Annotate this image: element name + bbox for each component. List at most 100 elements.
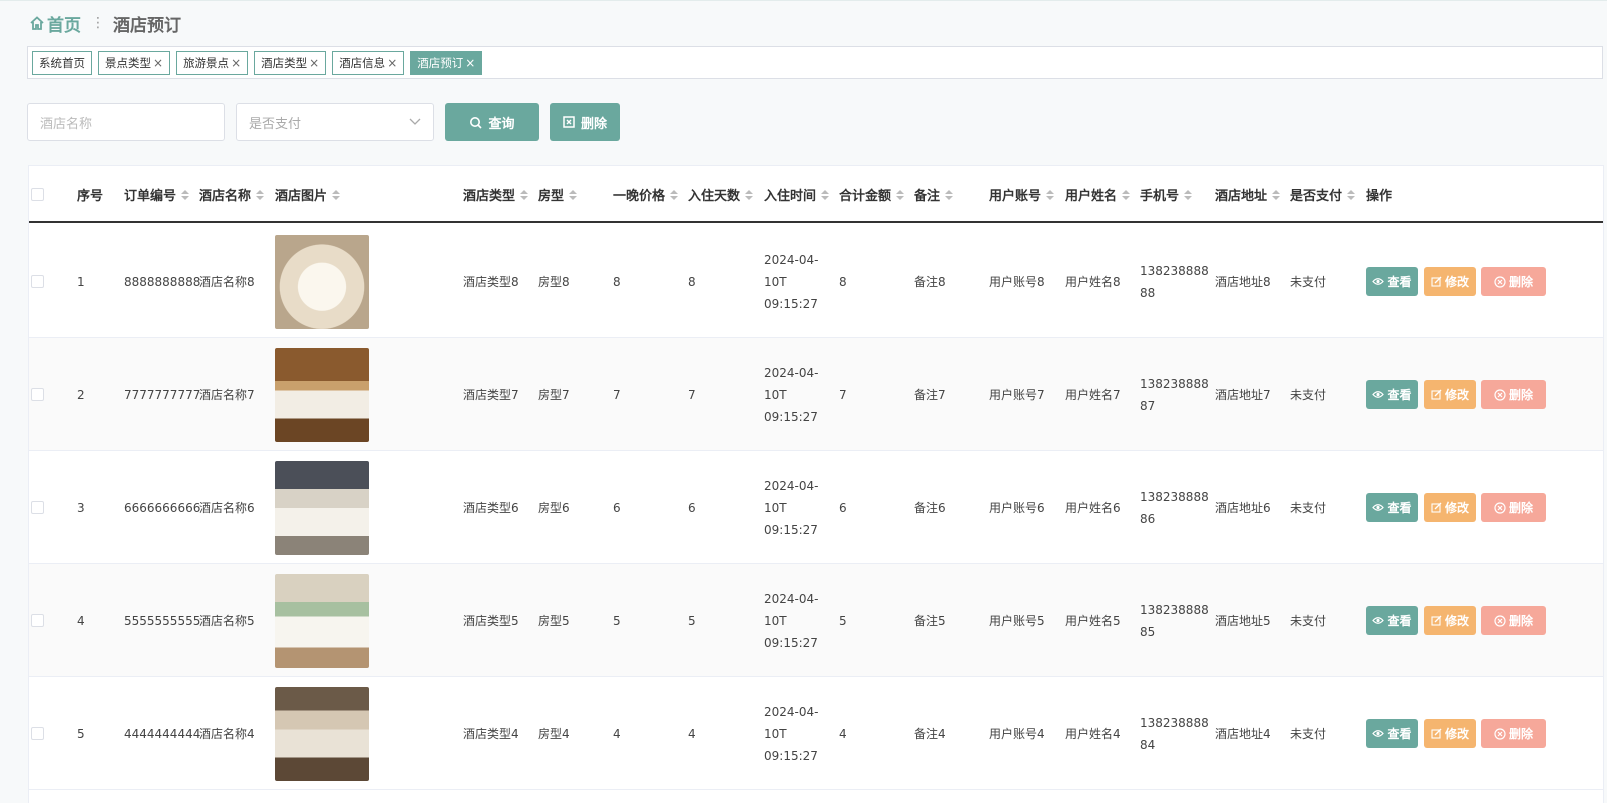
edit-button[interactable]: 修改 xyxy=(1424,380,1476,409)
col-label: 酒店类型 xyxy=(463,189,516,204)
row-checkbox[interactable] xyxy=(31,677,44,790)
tab-hotel-booking[interactable]: 酒店预订 × xyxy=(410,50,483,75)
tab-scenic-spot[interactable]: 旅游景点 × xyxy=(176,50,249,75)
night-price: 6 xyxy=(613,500,621,515)
col-days[interactable]: 入住天数 xyxy=(688,166,754,223)
col-paid[interactable]: 是否支付 xyxy=(1290,166,1356,223)
search-bar: 酒店名称 是否支付 查询 删除 xyxy=(27,103,620,141)
sort-icon[interactable] xyxy=(896,189,905,200)
hotel-image-cell xyxy=(275,225,369,338)
paid-select[interactable]: 是否支付 xyxy=(236,103,434,141)
close-icon[interactable]: × xyxy=(465,56,475,70)
sort-icon[interactable] xyxy=(332,189,341,200)
hotel-image[interactable] xyxy=(275,573,369,668)
paid-status: 未支付 xyxy=(1290,727,1327,741)
sort-icon[interactable] xyxy=(1046,189,1055,200)
query-button[interactable]: 查询 xyxy=(445,103,539,141)
sort-icon[interactable] xyxy=(181,189,190,200)
user-name: 用户姓名5 xyxy=(1065,614,1121,628)
tab-scenic-type[interactable]: 景点类型 × xyxy=(98,50,171,75)
col-label: 合计金额 xyxy=(839,189,892,204)
tab-hotel-info[interactable]: 酒店信息 × xyxy=(332,50,405,75)
sort-icon[interactable] xyxy=(520,189,529,200)
sort-icon[interactable] xyxy=(256,189,265,200)
view-button[interactable]: 查看 xyxy=(1366,606,1418,635)
days: 4 xyxy=(688,726,696,741)
sort-icon[interactable] xyxy=(569,189,578,200)
col-account[interactable]: 用户账号 xyxy=(989,166,1055,223)
col-hotel-image[interactable]: 酒店图片 xyxy=(275,166,341,223)
hotel-name: 酒店名称8 xyxy=(199,275,255,289)
edit-button[interactable]: 修改 xyxy=(1424,493,1476,522)
col-phone[interactable]: 手机号 xyxy=(1140,166,1193,223)
col-label: 序号 xyxy=(77,189,104,204)
hotel-image[interactable] xyxy=(275,234,369,329)
hotel-image[interactable] xyxy=(275,686,369,781)
row-checkbox[interactable] xyxy=(31,451,44,564)
sort-icon[interactable] xyxy=(670,189,679,200)
sort-icon[interactable] xyxy=(1272,189,1281,200)
sort-icon[interactable] xyxy=(1184,189,1193,200)
view-button[interactable]: 查看 xyxy=(1366,380,1418,409)
close-icon[interactable]: × xyxy=(153,56,163,70)
col-room-type[interactable]: 房型 xyxy=(538,166,578,223)
delete-label: 删除 xyxy=(1508,388,1533,402)
select-all-checkbox[interactable] xyxy=(31,166,44,223)
edit-button[interactable]: 修改 xyxy=(1424,719,1476,748)
search-icon xyxy=(470,116,483,129)
delete-button[interactable]: 删除 xyxy=(1481,267,1546,296)
sort-icon[interactable] xyxy=(745,189,754,200)
close-icon[interactable]: × xyxy=(231,56,241,70)
view-button[interactable]: 查看 xyxy=(1366,493,1418,522)
close-icon[interactable]: × xyxy=(309,56,319,70)
col-address[interactable]: 酒店地址 xyxy=(1215,166,1281,223)
row-checkbox[interactable] xyxy=(31,338,44,451)
paid-status: 未支付 xyxy=(1290,275,1327,289)
row-checkbox[interactable] xyxy=(31,564,44,677)
col-hotel-name[interactable]: 酒店名称 xyxy=(199,166,265,223)
col-checkin-time[interactable]: 入住时间 xyxy=(764,166,830,223)
tab-hotel-type[interactable]: 酒店类型 × xyxy=(254,50,327,75)
view-button[interactable]: 查看 xyxy=(1366,719,1418,748)
row-index: 2 xyxy=(77,387,85,402)
delete-button[interactable]: 删除 xyxy=(1481,606,1546,635)
edit-button[interactable]: 修改 xyxy=(1424,606,1476,635)
hotel-image[interactable] xyxy=(275,460,369,555)
delete-button[interactable]: 删除 xyxy=(1481,493,1546,522)
col-label: 用户姓名 xyxy=(1065,189,1118,204)
hotel-type: 酒店类型6 xyxy=(463,501,519,515)
col-hotel-type[interactable]: 酒店类型 xyxy=(463,166,529,223)
col-night-price[interactable]: 一晚价格 xyxy=(613,166,679,223)
checkin-time: 2024-04-10T 09:15:27 xyxy=(764,365,819,424)
breadcrumb-home[interactable]: 首页 xyxy=(29,11,81,36)
total: 7 xyxy=(839,387,847,402)
close-icon[interactable]: × xyxy=(387,56,397,70)
tab-system-home[interactable]: 系统首页 xyxy=(32,50,92,75)
paid-select-placeholder: 是否支付 xyxy=(249,116,302,132)
delete-button[interactable]: 删除 xyxy=(1481,380,1546,409)
col-user-name[interactable]: 用户姓名 xyxy=(1065,166,1131,223)
breadcrumb: 首页 ⋮ 酒店预订 xyxy=(29,10,181,36)
home-icon xyxy=(30,16,44,30)
sort-icon[interactable] xyxy=(1122,189,1131,200)
col-order-no[interactable]: 订单编号 xyxy=(124,166,190,223)
sort-icon[interactable] xyxy=(1347,189,1356,200)
eye-icon xyxy=(1372,617,1385,624)
hotel-name-input[interactable]: 酒店名称 xyxy=(27,103,225,141)
sort-icon[interactable] xyxy=(945,189,954,200)
hotel-image[interactable] xyxy=(275,347,369,442)
col-remark[interactable]: 备注 xyxy=(914,166,954,223)
batch-delete-button[interactable]: 删除 xyxy=(550,103,620,141)
close-circle-icon xyxy=(1494,275,1506,288)
col-total[interactable]: 合计金额 xyxy=(839,166,905,223)
eye-icon xyxy=(1372,391,1385,398)
checkin-time: 2024-04-10T 09:15:27 xyxy=(764,252,819,311)
user-name: 用户姓名7 xyxy=(1065,388,1121,402)
tab-label: 旅游景点 xyxy=(183,55,230,70)
edit-button[interactable]: 修改 xyxy=(1424,267,1476,296)
paid-status: 未支付 xyxy=(1290,388,1327,402)
sort-icon[interactable] xyxy=(821,189,830,200)
row-checkbox[interactable] xyxy=(31,225,44,338)
delete-button[interactable]: 删除 xyxy=(1481,719,1546,748)
view-button[interactable]: 查看 xyxy=(1366,267,1418,296)
